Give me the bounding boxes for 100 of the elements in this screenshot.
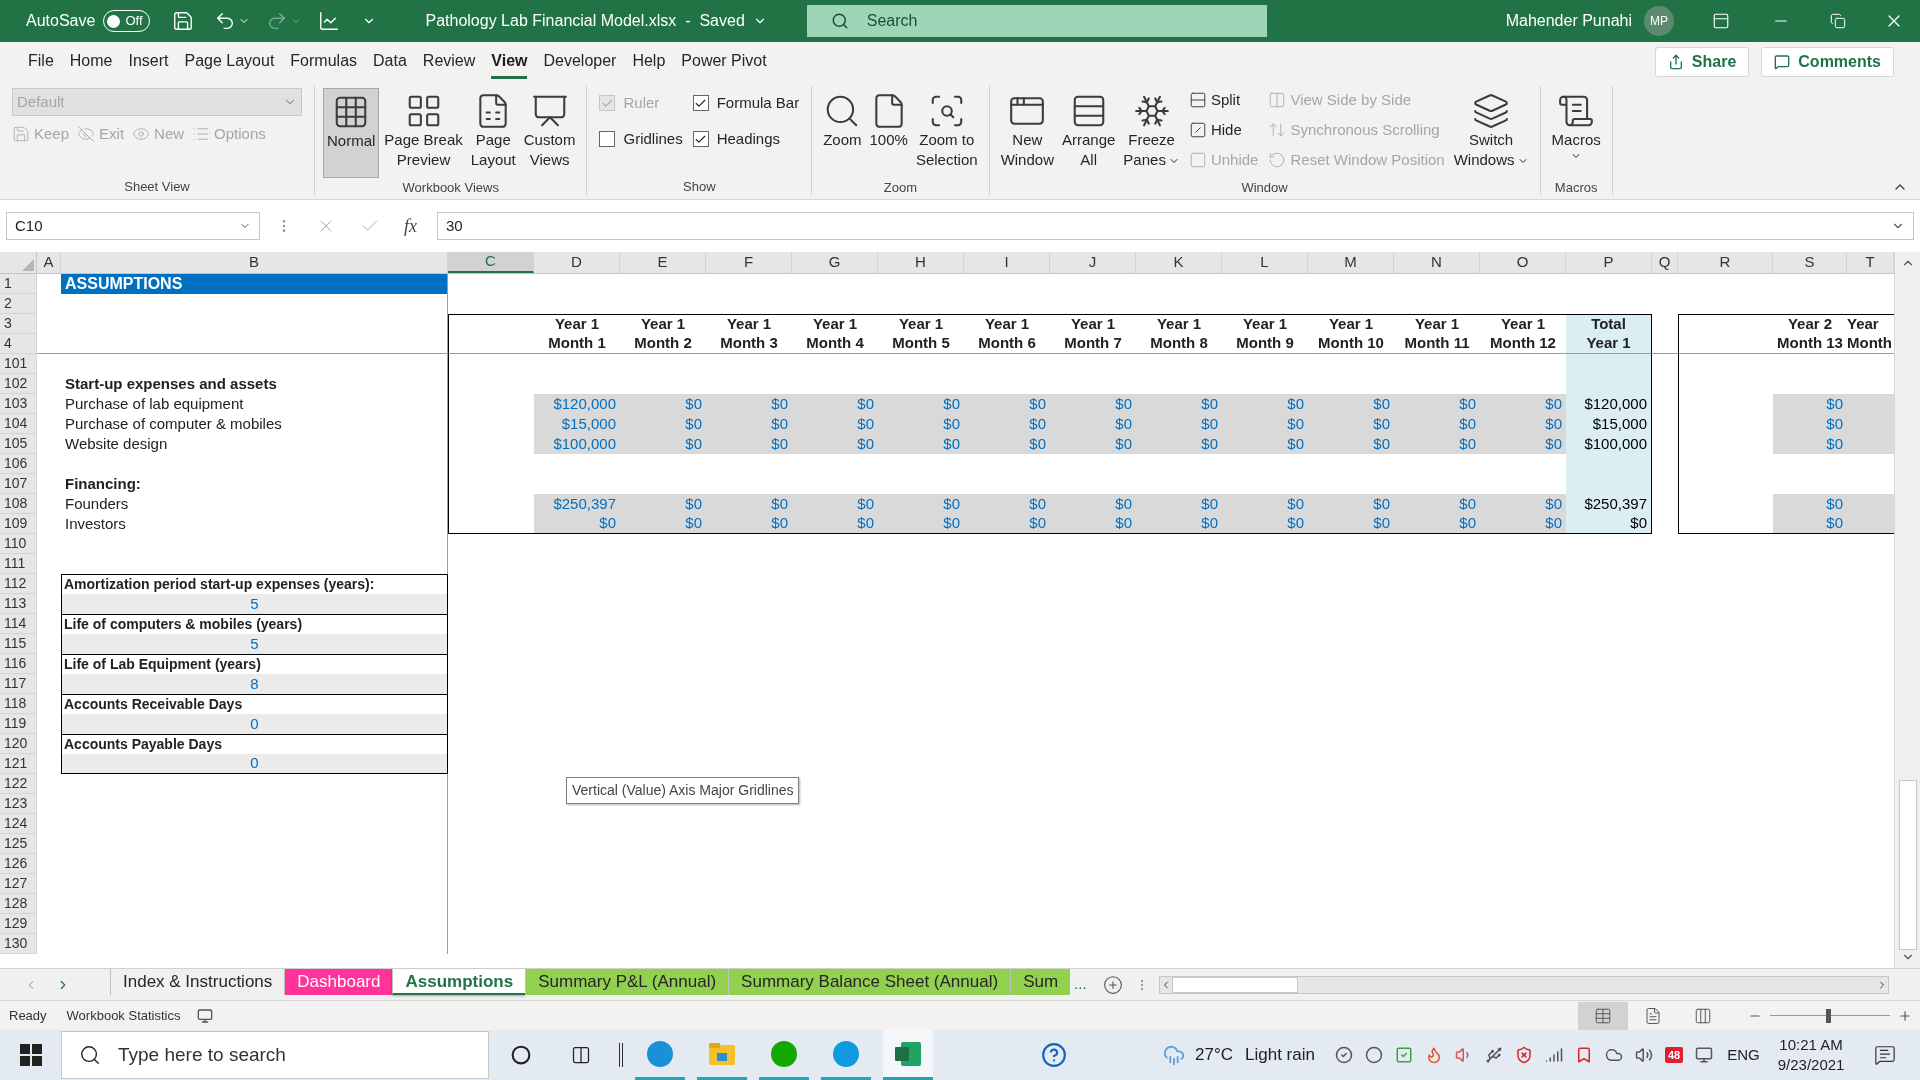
sheet-tab[interactable]: Assumptions [392, 969, 526, 995]
column-header[interactable]: O [1480, 252, 1566, 273]
row-number[interactable]: 115 [0, 634, 37, 654]
comments-button[interactable]: Comments [1761, 47, 1894, 77]
menu-tab[interactable]: Review [422, 45, 476, 79]
sync-check-icon[interactable] [1334, 1046, 1353, 1064]
view-button[interactable] [1578, 1001, 1628, 1030]
sheet-tab[interactable]: Sum [1010, 969, 1071, 995]
tray-badge[interactable]: 48 [1664, 1046, 1684, 1064]
row-number[interactable]: 104 [0, 414, 37, 434]
window-title[interactable]: Pathology Lab Financial Model.xlsx - Saved [425, 9, 767, 33]
row-number[interactable]: 105 [0, 434, 37, 454]
row-number[interactable]: 119 [0, 714, 37, 734]
row-number[interactable]: 126 [0, 854, 37, 874]
column-header[interactable]: P [1566, 252, 1652, 273]
name-box[interactable]: C10 [6, 212, 260, 240]
column-header[interactable]: J [1050, 252, 1136, 273]
row-number[interactable]: 112 [0, 574, 37, 594]
ribbon-button[interactable]: Switch Windows [1450, 88, 1532, 178]
menu-tab[interactable]: Page Layout [184, 45, 275, 79]
column-header[interactable]: I [964, 252, 1050, 273]
ribbon-button[interactable]: Zoom [820, 88, 865, 178]
menu-tab[interactable]: Data [373, 45, 407, 79]
ribbon-button[interactable]: Split [1188, 88, 1259, 112]
signal-icon[interactable] [1544, 1046, 1563, 1064]
help-icon[interactable] [1041, 1042, 1067, 1068]
insert-function-button[interactable]: fx [404, 212, 417, 240]
row-number[interactable]: 129 [0, 914, 37, 934]
avatar[interactable]: MP [1644, 6, 1674, 36]
row-number[interactable]: 116 [0, 654, 37, 674]
checkbox[interactable]: Gridlines [599, 124, 683, 154]
menu-tab[interactable]: Developer [543, 45, 617, 79]
ribbon-button[interactable]: Zoom to Selection [912, 88, 981, 178]
usb-icon[interactable] [1484, 1046, 1503, 1064]
slider-thumb[interactable] [1825, 1008, 1831, 1023]
temperature-text[interactable]: 27°C [1195, 1042, 1233, 1068]
row-number[interactable]: 125 [0, 834, 37, 854]
row-number[interactable]: 2 [0, 294, 37, 314]
row-number[interactable]: 107 [0, 474, 37, 494]
share-button[interactable]: Share [1654, 47, 1750, 77]
column-header[interactable]: F [706, 252, 792, 273]
restore-icon[interactable] [1830, 13, 1846, 29]
sheet-tab[interactable]: Summary P&L (Annual) [525, 969, 729, 995]
clock-date[interactable]: 9/23/2021 [1777, 1055, 1845, 1075]
row-number[interactable]: 127 [0, 874, 37, 894]
shield-icon[interactable] [1514, 1046, 1533, 1064]
language-indicator[interactable]: ENG [1727, 1043, 1760, 1067]
row-number[interactable]: 109 [0, 514, 37, 534]
workbook-statistics-label[interactable]: Workbook Statistics [66, 1005, 181, 1026]
column-header[interactable]: L [1222, 252, 1308, 273]
cloud-icon[interactable] [1604, 1046, 1623, 1064]
notifications-icon[interactable] [1874, 1044, 1897, 1066]
clock-time[interactable]: 10:21 AM [1779, 1035, 1843, 1055]
column-header[interactable]: C [448, 252, 534, 273]
column-header[interactable]: G [792, 252, 878, 273]
row-number[interactable]: 101 [0, 354, 37, 374]
row-number[interactable]: 117 [0, 674, 37, 694]
taskbar-app[interactable] [883, 1030, 933, 1080]
network-icon[interactable] [1695, 1046, 1714, 1064]
statistics-icon[interactable] [196, 1007, 213, 1024]
row-number[interactable]: 1 [0, 274, 37, 294]
row-number[interactable]: 123 [0, 794, 37, 814]
row-number[interactable]: 121 [0, 754, 37, 774]
column-header[interactable]: D [534, 252, 620, 273]
menu-tab[interactable]: Power Pivot [681, 45, 767, 79]
ribbon-button[interactable]: Page Layout [467, 88, 519, 178]
row-number[interactable]: 130 [0, 934, 37, 954]
ribbon-button[interactable]: Arrange All [1059, 88, 1119, 178]
row-number[interactable]: 113 [0, 594, 37, 614]
sheet-tab[interactable]: Summary Balance Sheet (Annual) [728, 969, 1011, 995]
add-sheet-icon[interactable] [1102, 974, 1123, 995]
checkbox[interactable]: Headings [692, 124, 800, 154]
column-header[interactable]: K [1136, 252, 1222, 273]
cortana-icon[interactable] [511, 1045, 531, 1065]
column-header[interactable]: Q [1652, 252, 1678, 273]
menu-tab[interactable]: File [28, 45, 54, 79]
save-icon[interactable] [171, 10, 194, 32]
ribbon-button[interactable]: Freeze Panes [1120, 88, 1183, 178]
row-number[interactable]: 124 [0, 814, 37, 834]
column-header[interactable]: E [620, 252, 706, 273]
row-number[interactable]: 111 [0, 554, 37, 574]
row-number[interactable]: 122 [0, 774, 37, 794]
column-header[interactable]: S [1773, 252, 1847, 273]
ribbon-button[interactable]: Page Break Preview [381, 88, 466, 178]
ribbon-button[interactable]: 100% [866, 88, 911, 178]
row-number[interactable]: 110 [0, 534, 37, 554]
row-number[interactable]: 120 [0, 734, 37, 754]
scrollbar-thumb[interactable] [1898, 780, 1917, 950]
zoom-slider[interactable] [1770, 1008, 1890, 1023]
weather-icon[interactable] [1163, 1044, 1185, 1066]
volume-icon[interactable] [1634, 1046, 1653, 1064]
column-header[interactable]: N [1394, 252, 1480, 273]
search-field[interactable]: Search [806, 5, 1267, 37]
row-number[interactable]: 4 [0, 334, 37, 354]
row-number[interactable]: 128 [0, 894, 37, 914]
ribbon-button[interactable]: Custom Views [520, 88, 579, 178]
zoom-in-icon[interactable] [1898, 1008, 1912, 1023]
menu-tab[interactable]: Insert [128, 45, 169, 79]
ribbon-button[interactable]: Macros [1548, 88, 1604, 178]
ribbon-button[interactable]: Normal [323, 88, 380, 178]
